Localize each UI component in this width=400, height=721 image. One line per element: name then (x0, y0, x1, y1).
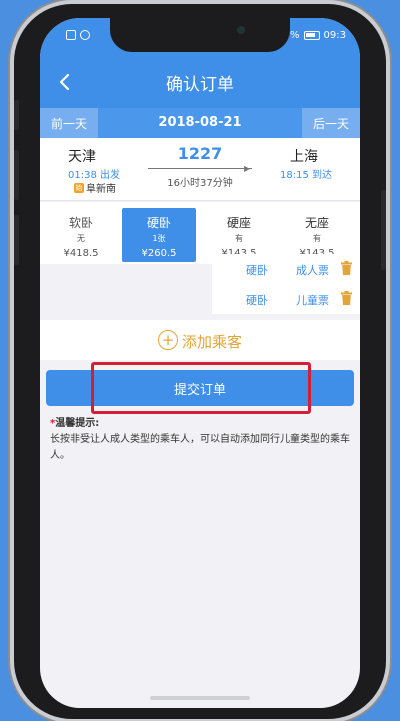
seat-price: ¥260.5 (141, 248, 177, 259)
tips-title-text: 温馨提示: (55, 418, 100, 429)
passenger-seat-type: 硬卧 (246, 294, 268, 307)
status-time: 09:3 (323, 30, 346, 41)
trash-icon[interactable] (341, 291, 352, 305)
passenger-ticket-type: 成人票 (296, 264, 329, 277)
home-indicator[interactable] (150, 696, 250, 700)
prev-day-button[interactable]: 前一天 (40, 108, 98, 138)
train-info-card: 天津 01:38 出发 始 阜新南 1227 ▶ 16小时37分钟 上海 18:… (40, 138, 360, 200)
phone-screen: 85% 09:3 确认订单 前一天 2018-08-21 后一天 天津 01:3… (40, 18, 360, 708)
page-title: 确认订单 (166, 75, 234, 95)
tips-title: *温馨提示: (50, 416, 352, 432)
passenger-seat-type: 硬卧 (246, 264, 268, 277)
notification-icon (66, 30, 76, 40)
seat-availability: 有 (313, 234, 321, 243)
date-bar: 前一天 2018-08-21 后一天 (40, 108, 360, 138)
passenger-ticket-type: 儿童票 (296, 294, 329, 307)
seat-option-soft-sleeper[interactable]: 软卧 无 ¥418.5 (44, 208, 118, 262)
arrival-city: 上海 (290, 149, 318, 165)
seat-name: 无座 (304, 216, 329, 230)
seat-name: 硬卧 (146, 216, 171, 230)
next-day-button[interactable]: 后一天 (302, 108, 360, 138)
route-line (148, 168, 252, 169)
tips-body: 长按非受让人成人类型的乘车人，可以自动添加同行儿童类型的乘车人。 (50, 434, 350, 461)
add-passenger-button[interactable]: + 添加乘客 (40, 320, 360, 360)
seat-name: 硬座 (226, 216, 251, 230)
volume-up-button (14, 150, 19, 200)
tips-section: *温馨提示: 长按非受让人成人类型的乘车人，可以自动添加同行儿童类型的乘车人。 (50, 416, 352, 464)
divider (40, 200, 360, 201)
add-passenger-label: 添加乘客 (182, 333, 243, 351)
volume-down-button (14, 215, 19, 265)
seat-option-hard-sleeper[interactable]: 硬卧 1张 ¥260.5 (122, 208, 196, 262)
mute-switch (14, 100, 19, 130)
arrival-time: 18:15 到达 (280, 170, 332, 181)
submit-order-button[interactable]: 提交订单 (46, 370, 354, 406)
seat-availability: 有 (235, 234, 243, 243)
alarm-icon (80, 30, 90, 40)
power-button (381, 190, 386, 270)
passenger-row[interactable]: 硬卧 儿童票 (212, 284, 360, 314)
route-arrow-icon: ▶ (244, 164, 251, 173)
battery-icon (303, 31, 320, 40)
plus-circle-icon: + (158, 330, 178, 350)
notch (110, 18, 290, 52)
passenger-row[interactable]: 硬卧 成人票 (212, 254, 360, 284)
seat-name: 软卧 (68, 216, 93, 230)
seat-availability: 无 (77, 234, 85, 243)
seat-price: ¥418.5 (63, 248, 99, 259)
status-left-icons (66, 30, 90, 40)
front-camera (237, 26, 245, 34)
trash-icon[interactable] (341, 261, 352, 275)
travel-date[interactable]: 2018-08-21 (98, 115, 302, 130)
navbar: 确认订单 (40, 56, 360, 108)
seat-availability: 1张 (152, 234, 166, 243)
